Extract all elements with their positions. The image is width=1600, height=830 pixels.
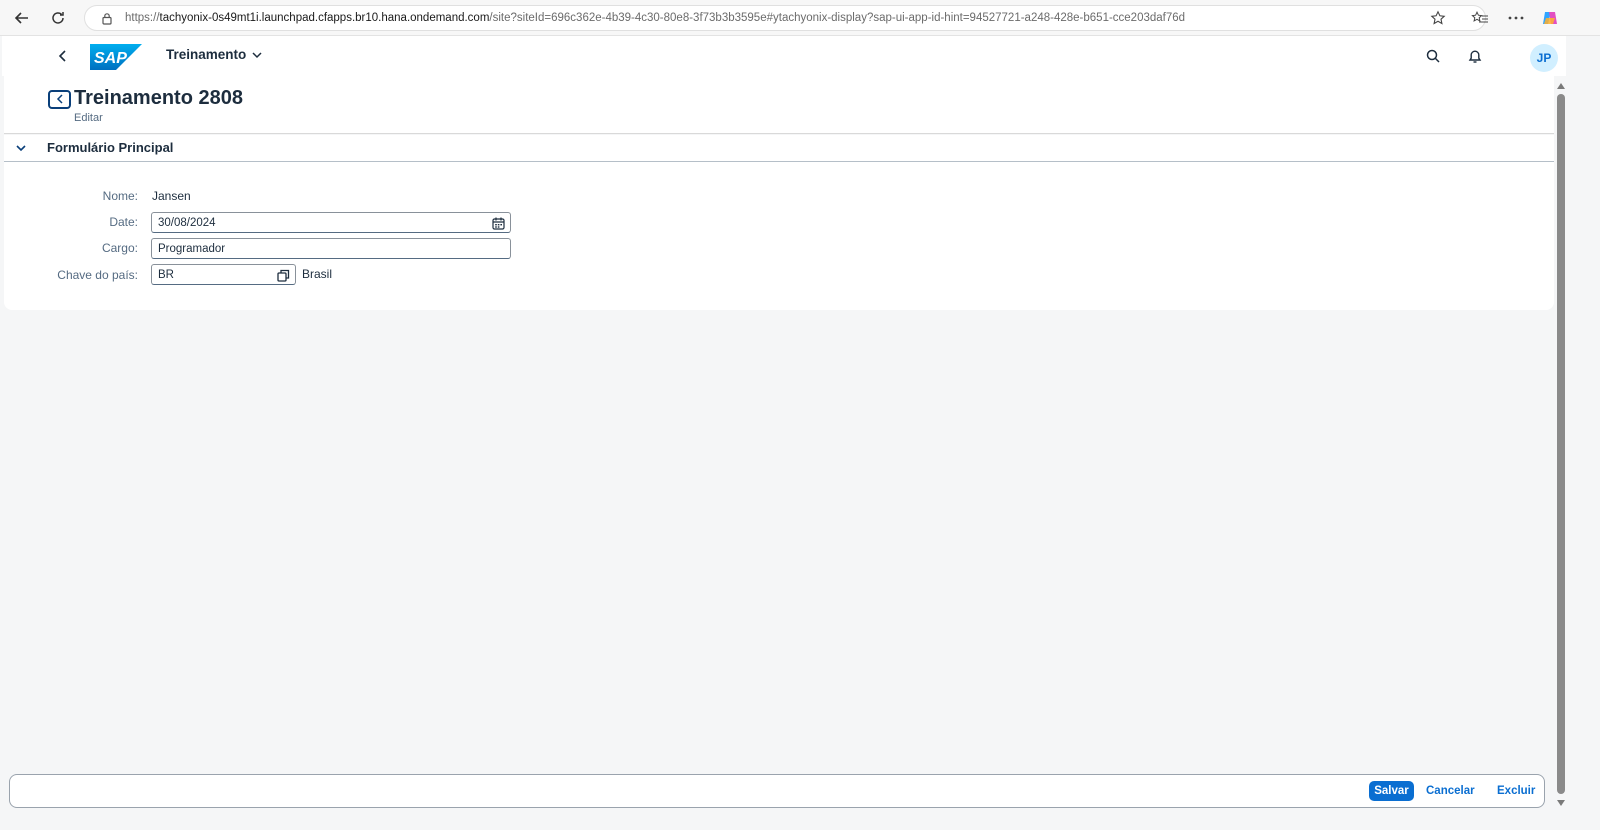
- shell-back-icon[interactable]: [52, 45, 74, 67]
- notifications-bell-icon[interactable]: [1464, 45, 1486, 67]
- calendar-icon[interactable]: [491, 216, 505, 230]
- shell-bar: SAP Treinamento: [2, 36, 1566, 76]
- section-title: Formulário Principal: [47, 140, 174, 155]
- chevron-down-icon: [252, 47, 262, 62]
- app-title: Treinamento: [166, 47, 247, 62]
- address-bar[interactable]: https://tachyonix-0s49mt1i.launchpad.cfa…: [84, 5, 1486, 31]
- pais-label: Chave do país:: [57, 268, 138, 282]
- date-label: Date:: [109, 215, 138, 229]
- value-help-icon[interactable]: [276, 268, 290, 282]
- browser-back-icon[interactable]: [10, 6, 34, 30]
- sap-logo[interactable]: SAP: [90, 44, 142, 70]
- more-options-icon[interactable]: [1504, 6, 1528, 30]
- nav-back-button[interactable]: [48, 90, 71, 109]
- scrollbar-thumb[interactable]: [1557, 94, 1565, 794]
- pais-field[interactable]: BR: [151, 264, 296, 285]
- delete-button[interactable]: Excluir: [1497, 781, 1535, 801]
- scroll-up-arrow-icon[interactable]: [1557, 82, 1565, 90]
- save-button[interactable]: Salvar: [1369, 781, 1414, 801]
- lock-icon: [99, 10, 115, 26]
- url-prefix: https://: [125, 12, 160, 24]
- pais-value: BR: [158, 268, 174, 281]
- pais-description: Brasil: [302, 267, 333, 281]
- copilot-icon[interactable]: [1538, 6, 1562, 30]
- user-avatar[interactable]: JP: [1530, 44, 1558, 72]
- form-panel: [4, 162, 1554, 310]
- app-title-menu[interactable]: Treinamento: [166, 47, 262, 62]
- cargo-field[interactable]: Programador: [151, 238, 511, 259]
- page-subtitle: Editar: [74, 112, 103, 124]
- footer-toolbar: [9, 774, 1545, 808]
- object-page-header: Treinamento 2808 Editar: [4, 76, 1554, 134]
- favorite-star-icon[interactable]: [1426, 6, 1450, 30]
- cancel-button[interactable]: Cancelar: [1426, 781, 1475, 801]
- svg-text:SAP: SAP: [94, 50, 127, 67]
- page-title: Treinamento 2808: [74, 87, 243, 109]
- date-value: 30/08/2024: [158, 216, 216, 229]
- browser-toolbar: https://tachyonix-0s49mt1i.launchpad.cfa…: [0, 0, 1600, 36]
- nome-label: Nome:: [102, 189, 138, 203]
- date-field[interactable]: 30/08/2024: [151, 212, 511, 233]
- search-icon[interactable]: [1422, 45, 1444, 67]
- scroll-down-arrow-icon[interactable]: [1557, 799, 1565, 807]
- url-path: /site?siteId=696c362e-4b39-4c30-80e8-3f7…: [489, 12, 1186, 24]
- cargo-value: Programador: [158, 242, 226, 255]
- section-header[interactable]: Formulário Principal: [4, 135, 1554, 162]
- vertical-scrollbar[interactable]: [1556, 80, 1566, 810]
- collapse-chevron-icon[interactable]: [14, 141, 28, 155]
- browser-refresh-icon[interactable]: [46, 6, 70, 30]
- chevron-left-icon: [56, 91, 64, 109]
- cargo-label: Cargo:: [101, 241, 138, 255]
- favorites-list-icon[interactable]: [1468, 6, 1492, 30]
- url-domain: tachyonix-0s49mt1i.launchpad.cfapps.br10…: [159, 12, 490, 24]
- nome-value: Jansen: [152, 189, 191, 203]
